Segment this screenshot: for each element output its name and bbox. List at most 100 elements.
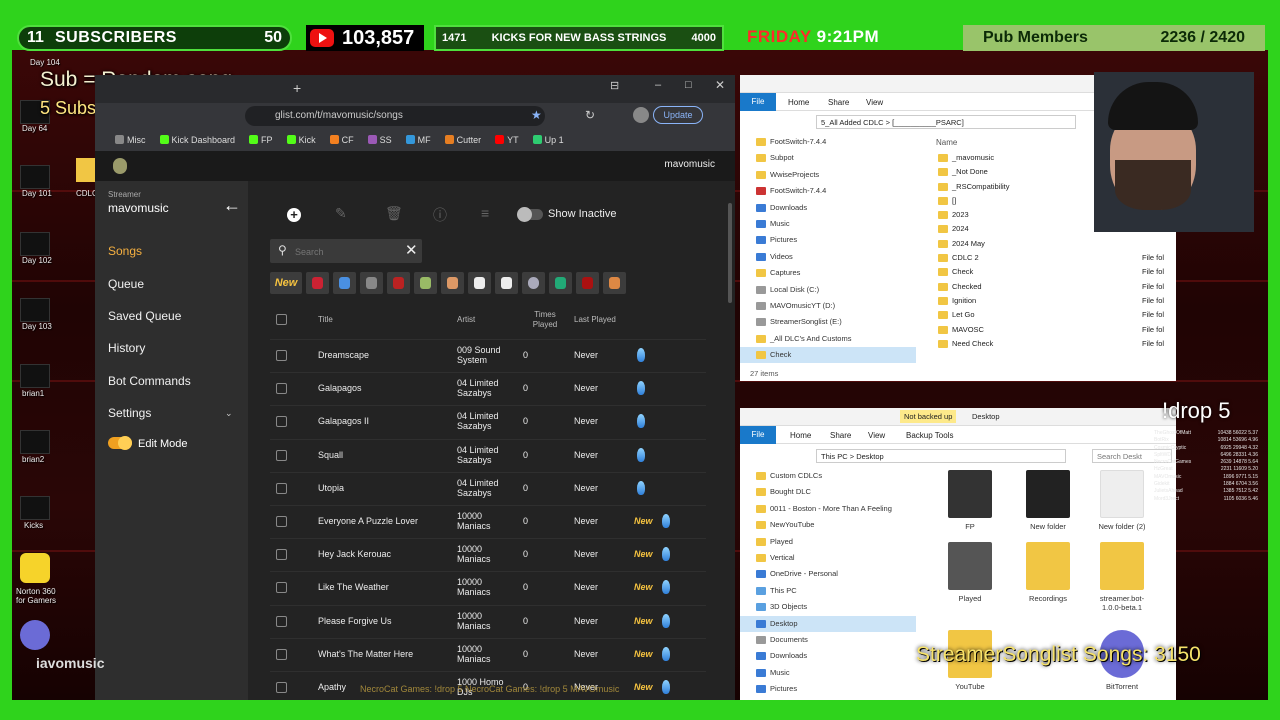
new-tab-icon[interactable]: + [293,80,301,96]
search-input[interactable] [295,245,395,259]
profile-avatar[interactable] [633,107,649,123]
table-row[interactable]: Galapagos 04 Limited Sazabys 0 Never [270,372,706,405]
sidebar-item-settings[interactable]: Settings [108,406,151,420]
refresh-icon[interactable]: ↻ [585,108,595,122]
tree-item[interactable]: StreamerSonglist (E:) [740,314,916,330]
column-name-header[interactable]: Name [936,138,957,147]
filter-chip[interactable] [414,272,437,294]
desktop-icon-label[interactable]: Day 103 [22,322,52,331]
filter-chip[interactable] [576,272,599,294]
row-checkbox[interactable] [276,648,287,660]
add-song-icon[interactable]: + [287,208,301,222]
column-artist[interactable]: Artist [457,315,475,324]
back-arrow-icon[interactable]: ← [223,195,241,216]
select-all-checkbox[interactable] [276,314,287,325]
desktop-icon-thumb[interactable] [20,165,50,189]
folder-icon[interactable] [76,158,96,182]
tree-item[interactable]: 0011 - Boston - More Than A Feeling [740,501,916,517]
tree-item[interactable]: Vertical [740,550,916,566]
ribbon-tab[interactable]: View [868,431,885,440]
column-times-played[interactable]: Times Played [532,310,558,330]
bookmark-item[interactable]: FP [249,135,273,145]
desktop-item[interactable]: New folder [1018,470,1078,531]
sidebar-item-songs[interactable]: Songs [108,244,142,258]
tree-item[interactable]: Played [740,534,916,550]
table-row[interactable]: Squall 04 Limited Sazabys 0 Never [270,438,706,472]
edit-icon[interactable]: ✎ [335,205,347,222]
tree-item[interactable]: Subpot [740,150,916,166]
bookmark-item[interactable]: YT [495,135,519,145]
column-last-played[interactable]: Last Played [574,315,616,324]
filter-chip[interactable] [441,272,464,294]
maximize-icon[interactable]: □ [685,79,692,91]
file-tab[interactable]: File [740,426,776,444]
chevron-down-icon[interactable]: ⌄ [225,408,233,419]
filter-chip[interactable] [387,272,410,294]
sidebar-item-bot-commands[interactable]: Bot Commands [108,374,191,388]
file-item[interactable]: Need Check File fol [936,337,1176,351]
tree-item[interactable]: MAVOmusicYT (D:) [740,298,916,314]
table-row[interactable]: Galapagos II 04 Limited Sazabys 0 Never [270,405,706,438]
ribbon-tab[interactable]: Backup Tools [906,431,953,440]
bookmark-item[interactable]: Cutter [444,135,481,145]
tree-item[interactable]: Music [740,665,916,681]
ribbon-tab[interactable]: Share [830,431,851,440]
filter-chip[interactable] [360,272,383,294]
filter-chip[interactable] [306,272,329,294]
desktop-icon-thumb[interactable] [20,496,50,520]
desktop-icon-label[interactable]: Norton 360 for Gamers [16,587,58,605]
table-row[interactable]: Like The Weather 10000 Maniacs 0 Never New [270,571,706,604]
filter-new-chip[interactable]: New [270,272,302,294]
tree-item[interactable]: FootSwitch-7.4.4 [740,134,916,150]
row-checkbox[interactable] [276,350,287,361]
row-checkbox[interactable] [276,449,287,461]
row-checkbox[interactable] [276,383,287,395]
tree-item[interactable]: Pictures [740,232,916,248]
tree-item[interactable]: Captures [740,265,916,281]
bookmark-item[interactable]: MF [405,135,431,145]
desktop-item[interactable]: streamer.bot-1.0.0-beta.1 [1092,542,1152,612]
desktop-icon-label[interactable]: Day 101 [22,189,52,198]
row-checkbox[interactable] [276,416,287,428]
bookmark-item[interactable]: Up 1 [532,135,564,145]
tree-item[interactable]: WwiseProjects [740,167,916,183]
tree-item[interactable]: NewYouTube [740,517,916,533]
path-bar[interactable]: 5_All Added CDLC > [__________PSARC] [816,115,1076,129]
tree-item[interactable]: OneDrive - Personal [740,566,916,582]
tree-item[interactable]: This PC [740,583,916,599]
file-item[interactable]: Checked File fol [936,280,1176,294]
row-checkbox[interactable] [276,516,287,527]
file-item[interactable]: Check File fol [936,265,1176,279]
tree-item[interactable]: 3D Objects [740,599,916,615]
tree-item[interactable]: Custom CDLCs [740,468,916,484]
show-inactive-toggle[interactable] [517,207,543,222]
tree-item[interactable]: Local Disk (C:) [740,282,916,298]
tree-item[interactable]: Downloads [740,200,916,216]
bookmark-item[interactable]: SS [367,135,392,145]
bookmark-item[interactable]: CF [329,135,354,145]
desktop-icon-label[interactable]: Day 102 [22,256,52,265]
table-row[interactable]: Hey Jack Kerouac 10000 Maniacs 0 Never New [270,538,706,571]
ribbon-tab[interactable]: View [866,98,883,107]
desktop-item[interactable]: Recordings [1018,542,1078,603]
desktop-item[interactable]: FP [940,470,1000,531]
sidebar-item-saved-queue[interactable]: Saved Queue [108,309,181,323]
tree-item[interactable]: Documents [740,632,916,648]
table-row[interactable]: Please Forgive Us 10000 Maniacs 0 Never New [270,604,706,638]
ribbon-tab[interactable]: Home [790,431,811,440]
tree-item[interactable]: FootSwitch-7.4.4 [740,183,916,199]
file-item[interactable]: Let Go File fol [936,308,1176,322]
tree-item[interactable]: Downloads [740,648,916,664]
desktop-item[interactable]: Played [940,542,1000,603]
address-bar[interactable]: glist.com/t/mavomusic/songs [245,106,545,126]
desktop-icon-label[interactable]: brian2 [22,455,44,464]
table-row[interactable]: What's The Matter Here 10000 Maniacs 0 Neve… [270,637,706,671]
bookmark-item[interactable]: Misc [115,135,146,145]
row-checkbox[interactable] [276,582,287,594]
table-row[interactable]: Utopia 04 Limited Sazabys 0 Never [270,471,706,505]
tree-item[interactable]: Bought DLC [740,484,916,500]
bittorrent-icon[interactable] [20,620,50,650]
desktop-icon-label[interactable]: Kicks [24,521,43,530]
close-icon[interactable]: ✕ [715,78,725,92]
edit-mode-toggle[interactable] [108,436,132,450]
